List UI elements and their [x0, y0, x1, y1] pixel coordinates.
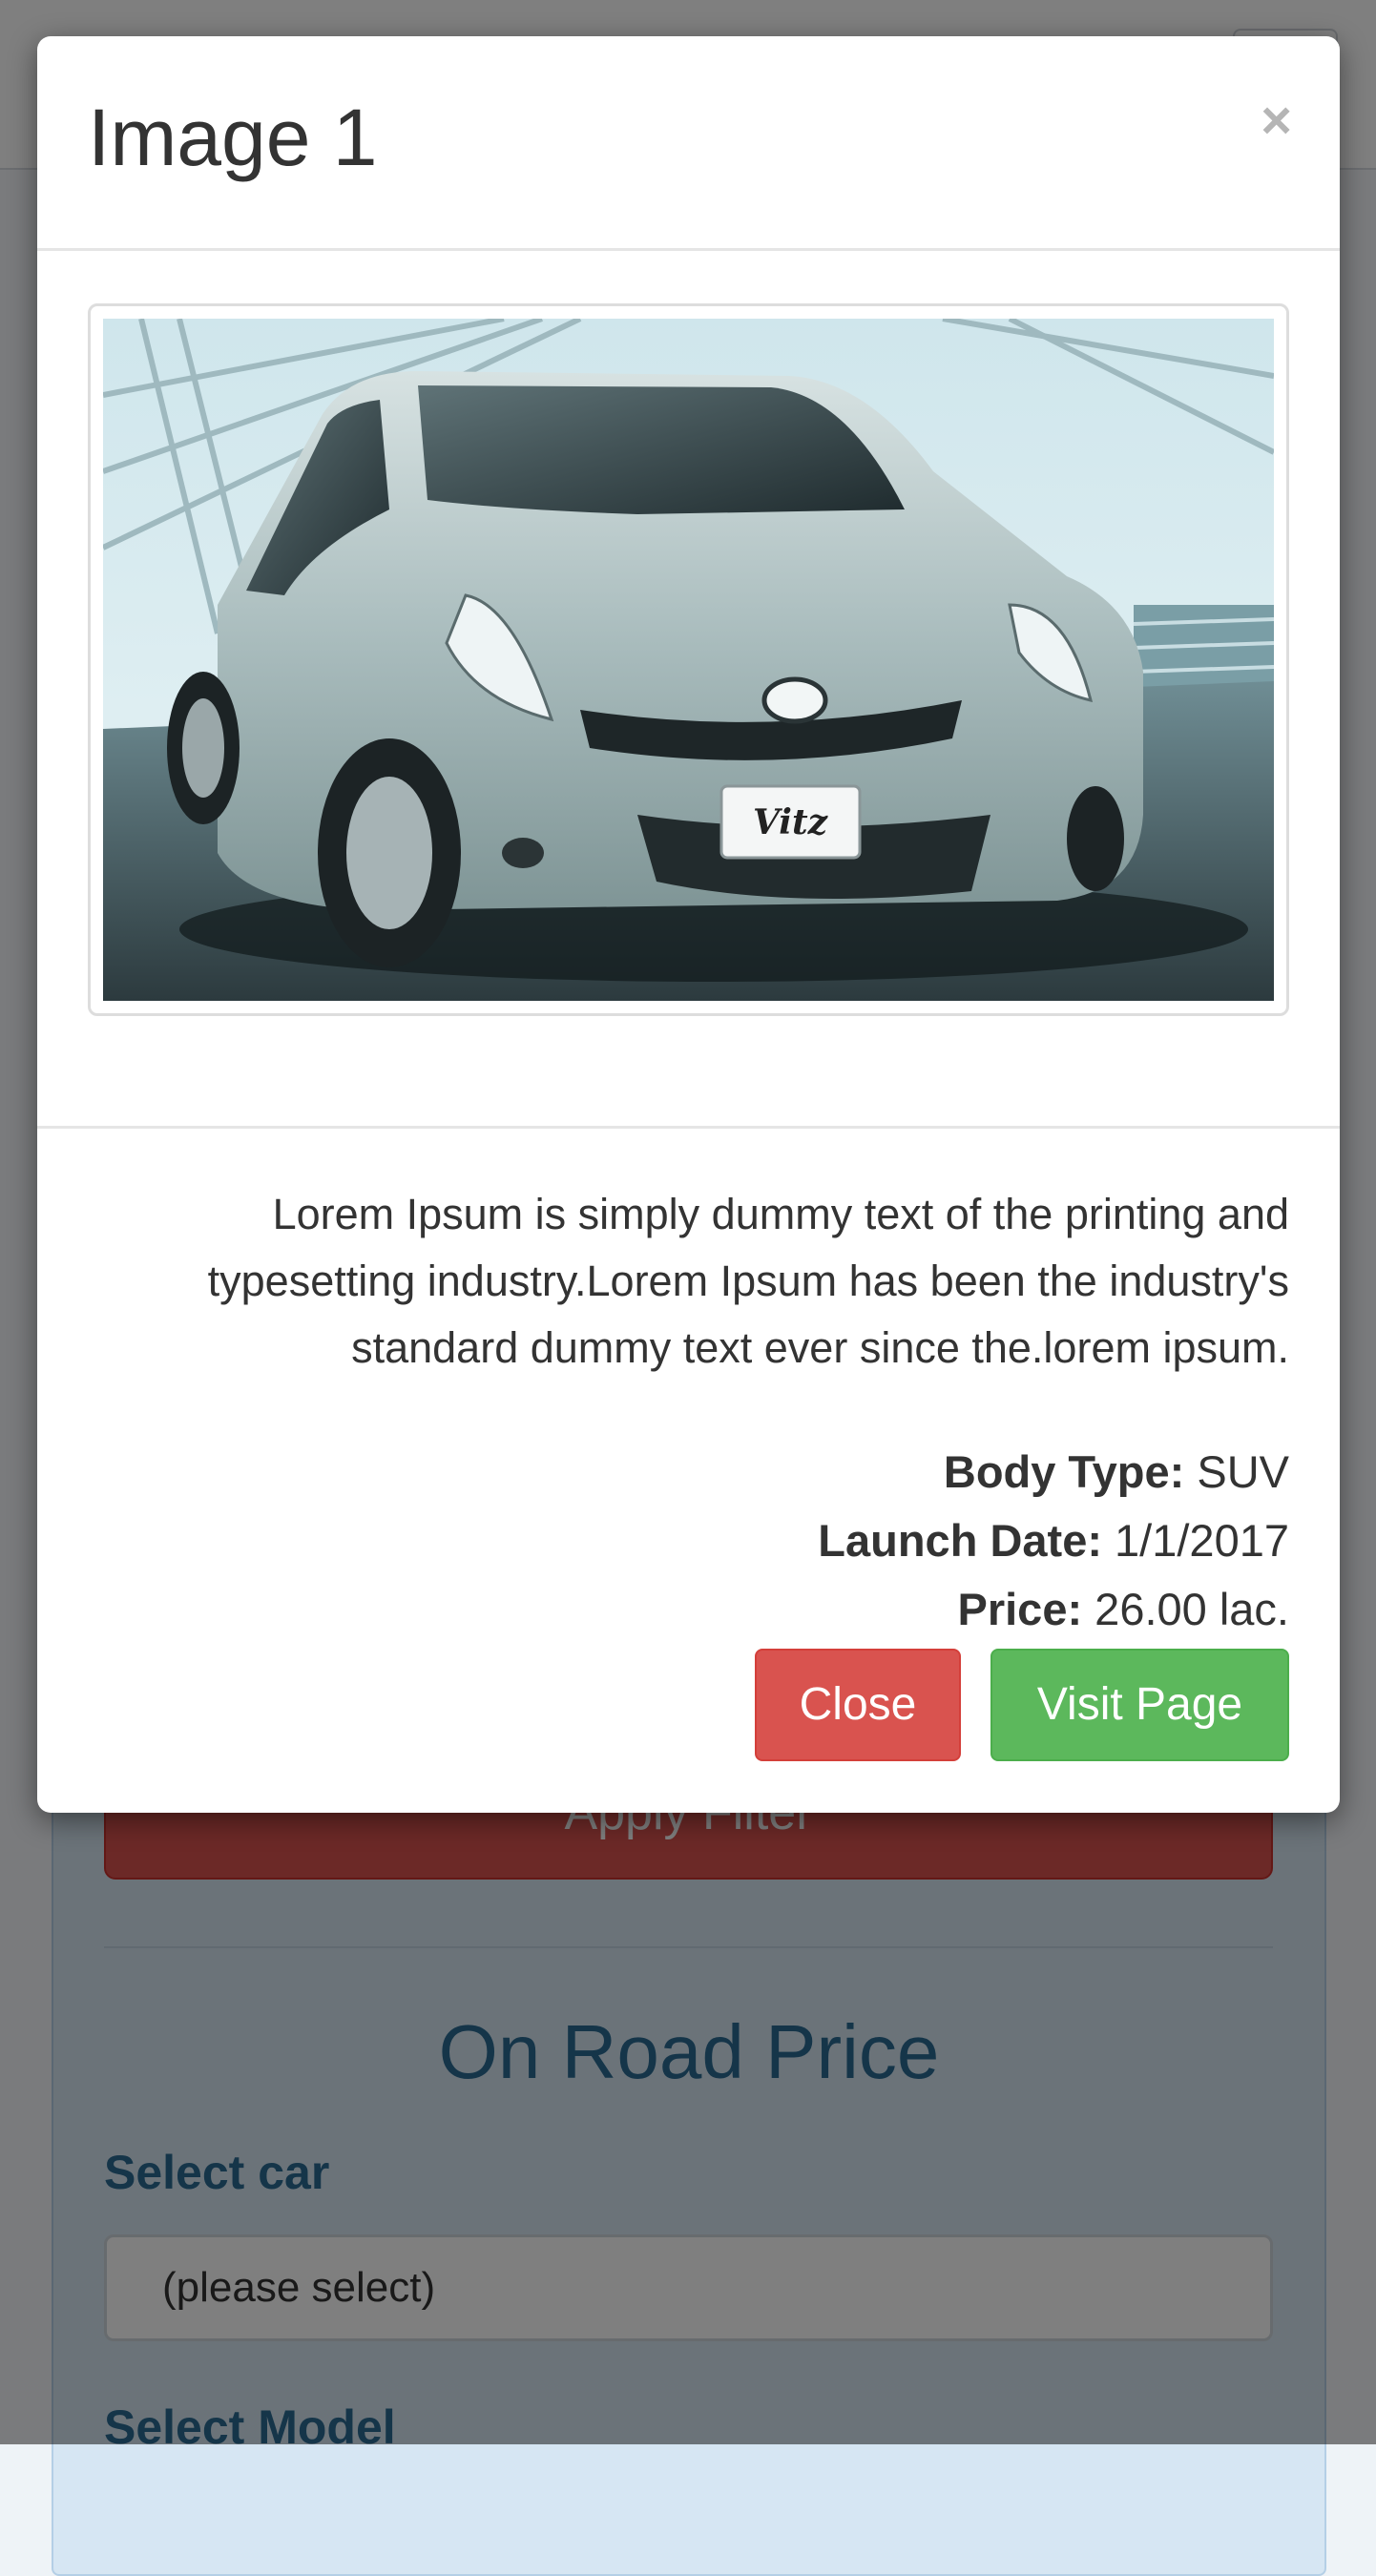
spec-launch-date: Launch Date: 1/1/2017 — [818, 1514, 1289, 1567]
modal-title: Image 1 — [88, 93, 378, 182]
spec-body-type: Body Type: SUV — [944, 1445, 1289, 1498]
spec-body-type-value: SUV — [1184, 1446, 1289, 1497]
spec-launch-date-label: Launch Date: — [818, 1515, 1102, 1566]
plate-text: Vitz — [753, 802, 829, 842]
close-icon[interactable]: × — [1261, 93, 1292, 147]
car-image-thumbnail: Vitz — [88, 303, 1289, 1016]
spec-price: Price: 26.00 lac. — [957, 1583, 1289, 1635]
modal-header: Image 1 × — [37, 36, 1340, 251]
spec-body-type-label: Body Type: — [943, 1446, 1185, 1497]
close-button[interactable]: Close — [755, 1649, 961, 1761]
visit-page-button[interactable]: Visit Page — [990, 1649, 1289, 1761]
car-description: Lorem Ipsum is simply dummy text of the … — [207, 1190, 1289, 1372]
car-image: Vitz — [103, 319, 1274, 1001]
image-modal: Image 1 × Vitz Lorem Ipsum is simply dum… — [37, 36, 1340, 1813]
spec-price-label: Price: — [957, 1584, 1083, 1634]
spec-launch-date-value: 1/1/2017 — [1101, 1515, 1289, 1566]
modal-footer: Lorem Ipsum is simply dummy text of the … — [37, 1129, 1340, 1813]
spec-price-value: 26.00 lac. — [1082, 1584, 1289, 1634]
modal-body: Vitz — [37, 251, 1340, 1129]
